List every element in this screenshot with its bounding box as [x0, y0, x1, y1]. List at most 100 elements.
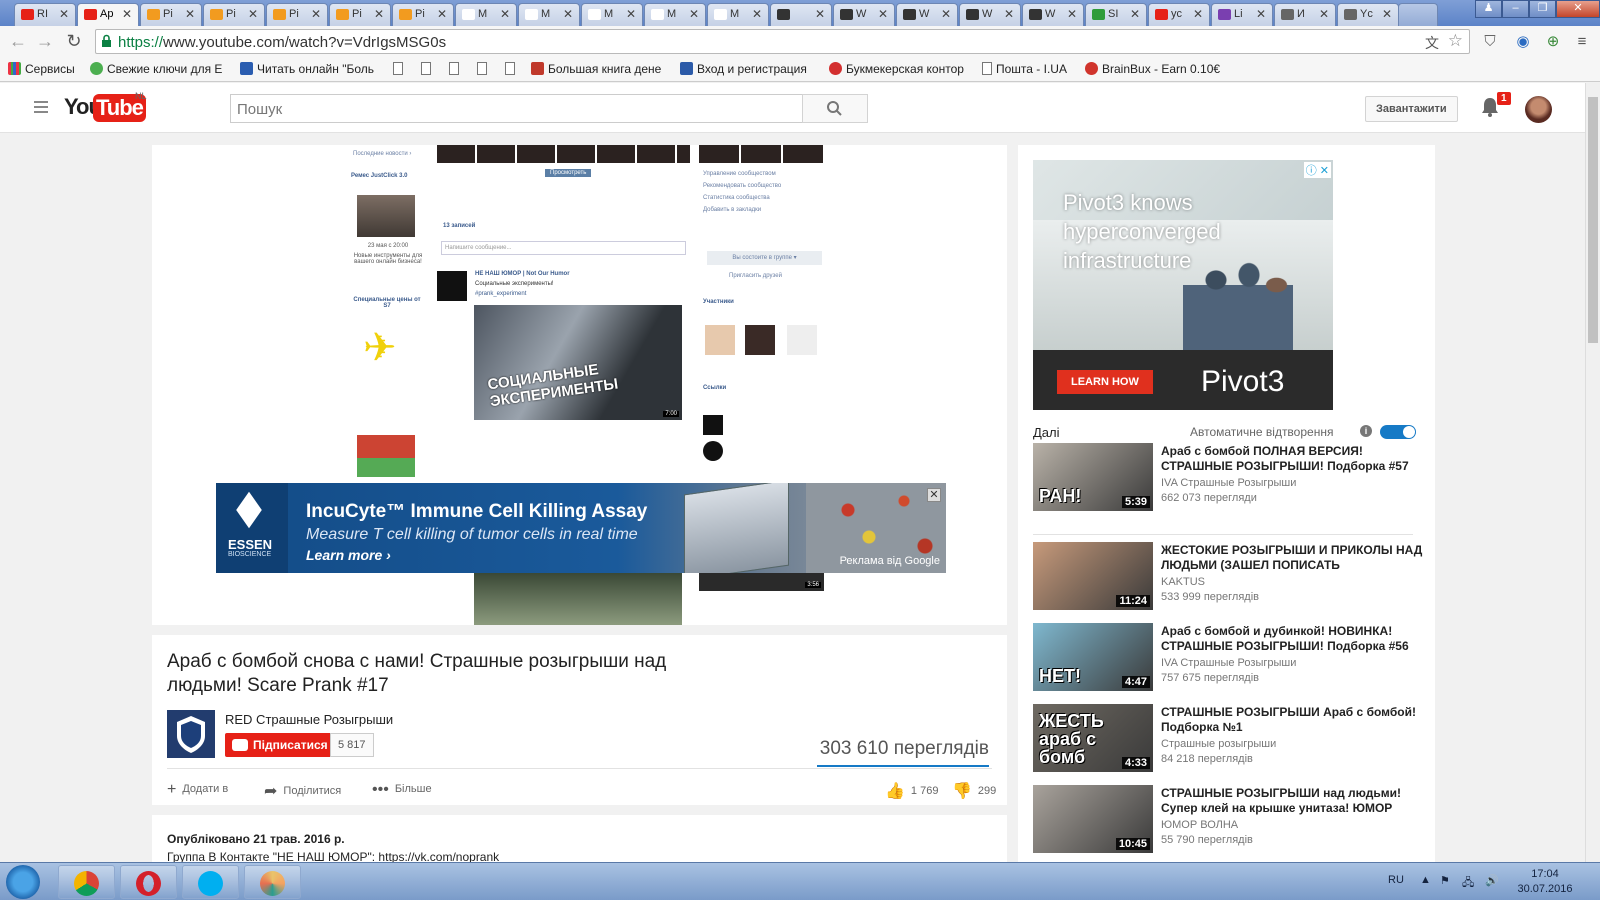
maximize-button[interactable]: ❐ — [1529, 0, 1556, 18]
channel-avatar[interactable] — [167, 710, 215, 758]
bookmark-item[interactable]: Вход и регистрация — [680, 62, 807, 76]
network-icon[interactable]: 🖧 — [1462, 874, 1474, 893]
video-thumbnail[interactable]: НЕТ! 4:47 — [1033, 623, 1153, 691]
back-arrow-icon[interactable]: ← — [7, 31, 29, 53]
bookmark-doc[interactable] — [421, 62, 435, 76]
video-thumbnail[interactable]: ЖЕСТЬ араб с бомб 4:33 — [1033, 704, 1153, 772]
close-tab-icon[interactable]: ✕ — [185, 7, 195, 21]
bookmark-item[interactable]: Свежие ключи для E — [90, 62, 222, 76]
recommended-video[interactable]: НЕТ! 4:47 Араб с бомбой и дубинкой! НОВИНК… — [1033, 623, 1423, 693]
close-tab-icon[interactable]: ✕ — [1193, 7, 1203, 21]
taskbar-skype[interactable] — [182, 865, 239, 899]
bookmark-item[interactable]: Большая книга дене — [531, 62, 661, 76]
recommended-video-title[interactable]: СТРАШНЫЕ РОЗЫГРЫШИ над людьми! Супер кле… — [1161, 786, 1423, 816]
close-tab-icon[interactable]: ✕ — [1256, 7, 1266, 21]
browser-tab[interactable]: W ✕ — [833, 3, 895, 26]
video-thumbnail[interactable]: 10:45 — [1033, 785, 1153, 853]
bookmark-doc[interactable] — [393, 62, 407, 76]
browser-tab[interactable]: ✕ — [770, 3, 832, 26]
recommended-video[interactable]: 10:45 СТРАШНЫЕ РОЗЫГРЫШИ над людьми! Супе… — [1033, 785, 1423, 855]
bookmark-item[interactable]: Букмекерская контор — [829, 62, 964, 76]
clock[interactable]: 17:04 30.07.2016 — [1510, 867, 1580, 897]
ad-learn-more-link[interactable]: Learn more › — [306, 547, 391, 563]
user-icon[interactable]: ♟ — [1475, 0, 1502, 18]
browser-tab[interactable]: M ✕ — [644, 3, 706, 26]
overlay-ad[interactable]: ESSEN BIOSCIENCE IncuCyte™ Immune Cell K… — [216, 483, 946, 573]
recommended-video-title[interactable]: Араб с бомбой ПОЛНАЯ ВЕРСИЯ! СТРАШНЫЕ РО… — [1161, 444, 1423, 474]
new-tab-button[interactable] — [1398, 3, 1438, 26]
start-button[interactable] — [6, 865, 40, 899]
video-thumbnail[interactable]: РАН! 5:39 — [1033, 443, 1153, 511]
recommended-video-title[interactable]: СТРАШНЫЕ РОЗЫГРЫШИ Араб с бомбой! Подбор… — [1161, 705, 1423, 735]
close-tab-icon[interactable]: ✕ — [941, 7, 951, 21]
page-scrollbar[interactable] — [1585, 83, 1600, 863]
browser-tab[interactable]: M ✕ — [581, 3, 643, 26]
browser-tab[interactable]: W ✕ — [959, 3, 1021, 26]
browser-tab[interactable]: M ✕ — [455, 3, 517, 26]
bookmark-item[interactable]: BrainBux - Earn 0.10€ — [1085, 62, 1220, 76]
bookmark-doc[interactable] — [477, 62, 491, 76]
close-ad-icon[interactable]: ✕ — [927, 488, 941, 502]
info-icon[interactable]: i — [1360, 425, 1372, 437]
browser-tab[interactable]: M ✕ — [518, 3, 580, 26]
browser-tab[interactable]: Pi ✕ — [392, 3, 454, 26]
taskbar-chrome[interactable] — [58, 865, 115, 899]
search-input[interactable]: Пошук — [230, 94, 803, 123]
address-bar[interactable]: https://www.youtube.com/watch?v=VdrIgsMS… — [95, 29, 1470, 54]
subscribe-button[interactable]: Підписатися — [225, 733, 336, 757]
video-thumbnail[interactable]: 11:24 — [1033, 542, 1153, 610]
bookmark-doc[interactable] — [505, 62, 519, 76]
autoplay-toggle[interactable] — [1380, 425, 1416, 439]
dislike-button[interactable]: 👎 299 — [952, 781, 996, 801]
volume-icon[interactable]: 🔊 — [1485, 874, 1499, 887]
taskbar-paint[interactable] — [244, 865, 301, 899]
translate-icon[interactable]: 文 — [1425, 33, 1439, 53]
close-tab-icon[interactable]: ✕ — [752, 7, 762, 21]
avatar[interactable] — [1525, 96, 1552, 123]
adchoices-icon[interactable]: ⓘ ✕ — [1303, 162, 1331, 178]
like-button[interactable]: 👍 1 769 — [885, 781, 938, 801]
minimize-button[interactable]: – — [1502, 0, 1529, 18]
close-tab-icon[interactable]: ✕ — [689, 7, 699, 21]
channel-name[interactable]: RED Страшные Розыгрыши — [225, 712, 393, 727]
language-indicator[interactable]: RU — [1388, 874, 1404, 886]
guide-menu-icon[interactable] — [34, 101, 48, 113]
browser-tab[interactable]: Pi ✕ — [140, 3, 202, 26]
add-to-button[interactable]: + Додати в — [167, 781, 228, 799]
bookmark-star-icon[interactable]: ☆ — [1448, 31, 1463, 51]
browser-tab[interactable]: SI ✕ — [1085, 3, 1147, 26]
scrollbar-thumb[interactable] — [1588, 97, 1598, 343]
forward-arrow-icon[interactable]: → — [34, 31, 56, 53]
bookmark-item[interactable]: Пошта - I.UA — [982, 62, 1067, 76]
menu-icon[interactable]: ≡ — [1572, 32, 1592, 52]
close-tab-icon[interactable]: ✕ — [1130, 7, 1140, 21]
close-tab-icon[interactable]: ✕ — [248, 7, 258, 21]
sidebar-ad[interactable]: Pivot3 knows hyperconverged infrastructu… — [1033, 160, 1333, 410]
close-tab-icon[interactable]: ✕ — [500, 7, 510, 21]
close-tab-icon[interactable]: ✕ — [815, 7, 825, 21]
recommended-video[interactable]: ЖЕСТЬ араб с бомб 4:33 СТРАШНЫЕ РОЗЫГРЫШИ … — [1033, 704, 1423, 774]
recommended-video-title[interactable]: ЖЕСТОКИЕ РОЗЫГРЫШИ И ПРИКОЛЫ НАД ЛЮДЬМИ … — [1161, 543, 1423, 573]
browser-tab[interactable]: Pi ✕ — [329, 3, 391, 26]
globe-extension-icon[interactable]: ⊕ — [1543, 32, 1563, 52]
close-tab-icon[interactable]: ✕ — [563, 7, 573, 21]
bookmark-apps[interactable]: Сервисы — [8, 62, 75, 76]
close-tab-icon[interactable]: ✕ — [1004, 7, 1014, 21]
browser-tab[interactable]: RI ✕ — [14, 3, 76, 26]
video-player[interactable]: Последние новости › Ремес JustClick 3.0 … — [152, 145, 1007, 625]
browser-tab[interactable]: W ✕ — [1022, 3, 1084, 26]
tray-up-arrow-icon[interactable]: ▲ — [1420, 874, 1431, 886]
recommended-video[interactable]: 11:24 ЖЕСТОКИЕ РОЗЫГРЫШИ И ПРИКОЛЫ НАД ЛЮ… — [1033, 542, 1423, 612]
browser-tab[interactable]: W ✕ — [896, 3, 958, 26]
ad-learn-how-button[interactable]: LEARN HOW — [1057, 370, 1153, 394]
vpn-extension-icon[interactable]: ◉ — [1513, 32, 1533, 52]
browser-tab[interactable]: yc ✕ — [1148, 3, 1210, 26]
browser-tab[interactable]: Pi ✕ — [266, 3, 328, 26]
close-tab-icon[interactable]: ✕ — [878, 7, 888, 21]
shield-extension-icon[interactable]: ⛉ — [1480, 32, 1500, 52]
close-tab-icon[interactable]: ✕ — [1382, 7, 1392, 21]
close-window-button[interactable]: ✕ — [1556, 0, 1600, 18]
browser-tab[interactable]: Pi ✕ — [203, 3, 265, 26]
browser-tab[interactable]: И ✕ — [1274, 3, 1336, 26]
close-tab-icon[interactable]: ✕ — [59, 7, 69, 21]
